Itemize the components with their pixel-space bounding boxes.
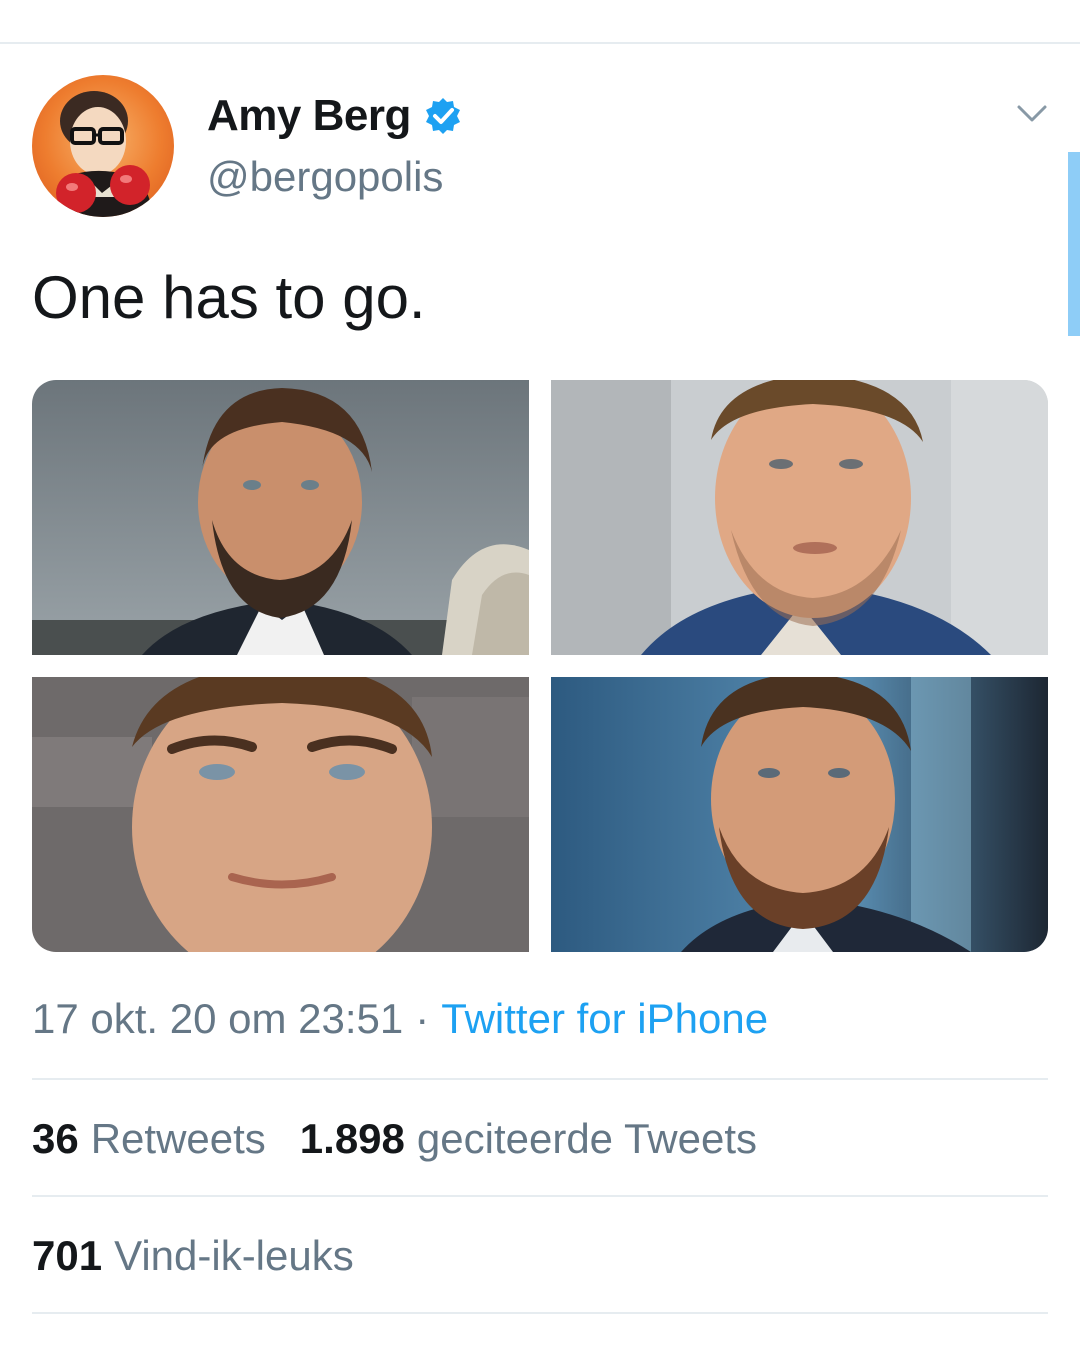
retweets-count: 36	[32, 1115, 79, 1162]
tweet-timestamp[interactable]: 17 okt. 20 om 23:51	[32, 995, 403, 1042]
media-photo-2[interactable]	[551, 380, 1048, 655]
author-handle[interactable]: @bergopolis	[207, 153, 463, 201]
likes-count: 701	[32, 1232, 103, 1279]
quote-tweets-count: 1.898	[299, 1115, 405, 1162]
divider	[32, 1312, 1048, 1314]
chevron-down-icon[interactable]	[1016, 103, 1048, 125]
media-photo-4[interactable]	[551, 677, 1048, 952]
likes-stat[interactable]: 701 Vind-ik-leuks	[32, 1227, 354, 1285]
tweet-source-link[interactable]: Twitter for iPhone	[441, 995, 768, 1042]
engagement-stats: 36 Retweets 1.898 geciteerde Tweets	[32, 1110, 757, 1168]
scroll-indicator[interactable]	[1068, 152, 1080, 336]
media-grid	[32, 380, 1048, 952]
tweet-header: Amy Berg @bergopolis	[32, 75, 1048, 220]
top-divider	[0, 42, 1080, 44]
retweets-stat[interactable]: 36 Retweets	[32, 1110, 266, 1168]
divider	[32, 1078, 1048, 1080]
divider	[32, 1195, 1048, 1197]
likes-label: Vind-ik-leuks	[114, 1232, 354, 1279]
retweets-label: Retweets	[90, 1115, 266, 1162]
tweet-text: One has to go.	[32, 264, 426, 331]
media-photo-1[interactable]	[32, 380, 529, 655]
likes-stats: 701 Vind-ik-leuks	[32, 1227, 354, 1285]
meta-separator: ·	[415, 995, 430, 1042]
author-display-name[interactable]: Amy Berg	[207, 91, 411, 141]
avatar[interactable]	[32, 75, 174, 217]
author-block[interactable]: Amy Berg @bergopolis	[207, 87, 463, 201]
tweet-meta: 17 okt. 20 om 23:51 · Twitter for iPhone	[32, 990, 768, 1048]
quote-tweets-stat[interactable]: 1.898 geciteerde Tweets	[300, 1110, 757, 1168]
media-photo-3[interactable]	[32, 677, 529, 952]
quote-tweets-label: geciteerde Tweets	[416, 1115, 758, 1162]
verified-badge-icon	[423, 96, 463, 136]
